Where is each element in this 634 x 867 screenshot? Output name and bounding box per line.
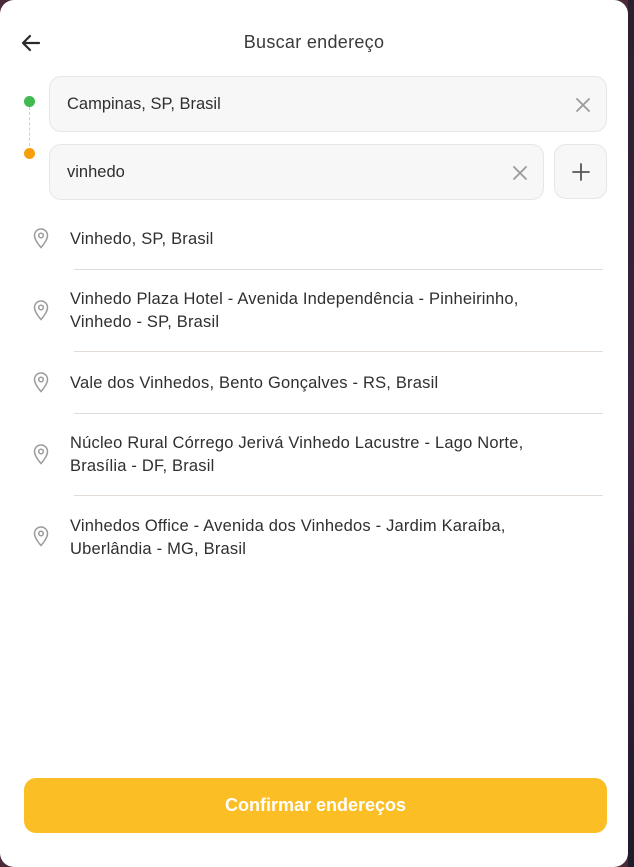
close-icon [576,98,590,112]
origin-dot [24,96,35,107]
result-text: Vinhedos Office - Avenida dos Vinhedos -… [70,515,590,561]
result-text: Vinhedo, SP, Brasil [70,228,590,251]
map-pin-icon [33,228,49,249]
confirm-addresses-button[interactable]: Confirmar endereços [24,778,607,833]
result-item[interactable]: Núcleo Rural Córrego Jerivá Vinhedo Lacu… [0,414,628,494]
map-pin-icon [33,444,49,465]
result-text: Vale dos Vinhedos, Bento Gonçalves - RS,… [70,372,590,395]
result-line2: Uberlândia - MG, Brasil [70,540,247,558]
result-line1: Núcleo Rural Córrego Jerivá Vinhedo Lacu… [70,434,524,452]
plus-icon [571,162,590,181]
destination-field[interactable] [49,144,544,200]
result-text: Vinhedo Plaza Hotel - Avenida Independên… [70,288,590,334]
address-search-screen: Buscar endereço Campinas, SP, Brasil vin… [0,0,628,867]
add-stop-button[interactable] [554,144,607,199]
result-line2: Brasília - DF, Brasil [70,457,215,475]
result-item[interactable]: Vinhedos Office - Avenida dos Vinhedos -… [0,496,628,576]
origin-clear-button[interactable] [573,95,593,115]
origin-field[interactable] [49,76,607,132]
map-pin-icon [33,372,49,393]
result-item[interactable]: Vinhedo Plaza Hotel - Avenida Independên… [0,270,628,350]
header: Buscar endereço [0,22,628,62]
origin-input[interactable] [67,95,487,114]
result-line2: Vinhedo - SP, Brasil [70,313,220,331]
map-pin-icon [33,526,49,547]
result-text: Núcleo Rural Córrego Jerivá Vinhedo Lacu… [70,432,590,478]
result-line1: Vale dos Vinhedos, Bento Gonçalves - RS,… [70,374,439,392]
route-connector [29,107,30,151]
result-item[interactable]: Vinhedo, SP, Brasil [0,212,628,268]
map-pin-icon [33,300,49,321]
destination-input[interactable] [67,163,487,182]
close-icon [513,166,527,180]
destination-clear-button[interactable] [510,163,530,183]
page-title: Buscar endereço [243,32,385,52]
result-item[interactable]: Vale dos Vinhedos, Bento Gonçalves - RS,… [0,352,628,412]
destination-dot [24,148,35,159]
result-line1: Vinhedo, SP, Brasil [70,230,214,248]
background-edge [628,0,634,867]
result-line1: Vinhedo Plaza Hotel - Avenida Independên… [70,290,519,308]
result-line1: Vinhedos Office - Avenida dos Vinhedos -… [70,517,506,535]
